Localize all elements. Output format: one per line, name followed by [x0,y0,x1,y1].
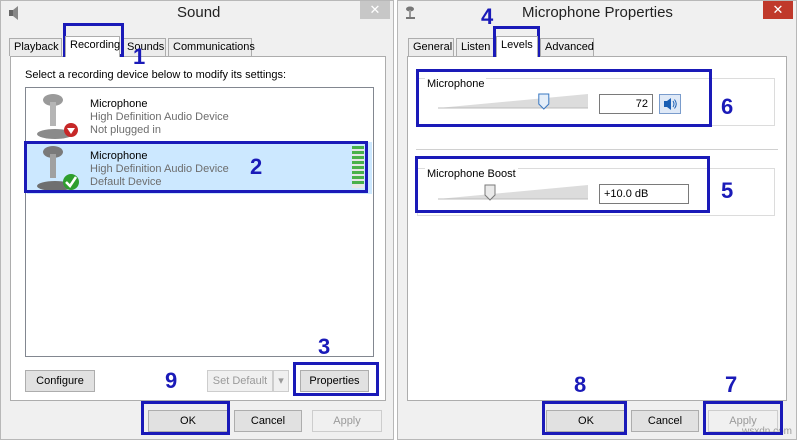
annotation-number: 2 [250,154,263,179]
device-list[interactable]: Microphone High Definition Audio Device … [25,87,374,357]
close-button[interactable]: ✕ [763,1,793,19]
apply-button[interactable]: Apply [312,410,382,432]
tab-communications[interactable]: Communications [168,38,255,56]
configure-button[interactable]: Configure [25,370,95,392]
microphone-icon [37,94,78,139]
tab-advanced[interactable]: Advanced [540,38,594,56]
annotation-number: 9 [165,368,178,393]
set-default-button[interactable]: Set Default [207,370,273,392]
window-title: Microphone Properties [522,4,673,21]
tab-playback[interactable]: Playback [9,38,62,56]
instruction-text: Select a recording device below to modif… [25,69,287,81]
tab-levels[interactable]: Levels [496,36,538,57]
highlight-mic-ok-button [542,401,627,435]
highlight-mic-apply-button [703,401,783,435]
highlight-properties-button [293,362,379,396]
mic-titlebar: Microphone Properties ✕ [398,1,796,27]
chevron-down-icon: ▾ [278,375,284,387]
microphone-icon [406,6,415,19]
list-item[interactable]: Microphone High Definition Audio Device … [27,90,372,142]
annotation-number: 3 [318,334,331,359]
highlight-selected-device [24,141,368,193]
device-name: Microphone [90,98,148,110]
highlight-boost-group [415,156,710,213]
window-title: Sound [177,4,221,21]
set-default-dropdown[interactable]: ▾ [273,370,289,392]
annotation-number: 5 [721,178,734,203]
device-description: High Definition Audio Device [90,111,229,123]
close-button[interactable]: ✕ [360,1,390,19]
annotation-number: 8 [574,372,587,397]
speaker-icon [9,6,18,20]
cancel-button[interactable]: Cancel [631,410,699,432]
sound-titlebar: Sound ✕ [1,1,393,27]
annotation-number: 7 [725,372,738,397]
cancel-button[interactable]: Cancel [234,410,302,432]
tab-listen[interactable]: Listen [456,38,494,56]
annotation-number: 6 [721,94,734,119]
tab-recording[interactable]: Recording [65,36,120,57]
tab-general[interactable]: General [408,38,454,56]
highlight-sound-ok-button [141,401,230,435]
highlight-microphone-level-group [416,69,712,127]
annotation-number: 1 [133,44,146,69]
device-status: Not plugged in [90,124,161,136]
divider [416,149,778,150]
annotation-number: 4 [481,4,494,29]
